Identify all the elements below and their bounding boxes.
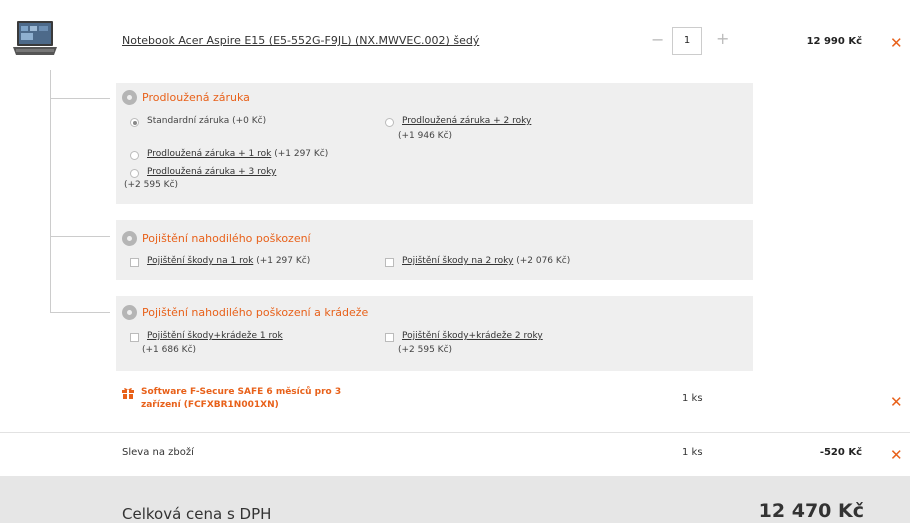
theft-option-2y[interactable]: Pojištění škody+krádeže 2 roky — [385, 331, 543, 342]
theft-insurance-panel: Pojištění nahodilého poškození a krádeže… — [116, 296, 753, 371]
gift-icon — [122, 388, 134, 399]
remove-discount-icon[interactable]: ✕ — [890, 446, 903, 464]
divider — [0, 432, 910, 433]
warranty-option-1y[interactable]: Prodloužená záruka + 1 rok (+1 297 Kč) — [130, 149, 328, 160]
damage-option-2y[interactable]: Pojištění škody na 2 roky (+2 076 Kč) — [385, 256, 570, 267]
total-value: 12 470 Kč — [758, 500, 864, 522]
remove-product-icon[interactable]: ✕ — [890, 34, 903, 52]
checkbox[interactable] — [130, 258, 139, 267]
damage-insurance-title: Pojištění nahodilého poškození — [142, 232, 311, 245]
theft-option-2y-price: (+2 595 Kč) — [398, 345, 453, 355]
remove-gift-icon[interactable]: ✕ — [890, 393, 903, 411]
checkbox[interactable] — [130, 333, 139, 342]
tree-branch — [50, 312, 110, 313]
quantity-decrease-button[interactable]: − — [651, 30, 664, 49]
discount-value: -520 Kč — [819, 447, 862, 458]
gear-icon — [122, 305, 137, 320]
warranty-option-3y[interactable]: Prodloužená záruka + 3 roky — [130, 167, 276, 178]
product-name-link[interactable]: Notebook Acer Aspire E15 (E5-552G-F9JL) … — [122, 34, 479, 47]
product-thumbnail[interactable] — [12, 20, 58, 60]
warranty-title: Prodloužená záruka — [142, 91, 250, 104]
tree-branch — [50, 98, 110, 99]
radio[interactable] — [130, 169, 139, 178]
gear-icon — [122, 231, 137, 246]
radio[interactable] — [385, 118, 394, 127]
tree-line — [50, 70, 51, 312]
discount-quantity: 1 ks — [682, 447, 703, 458]
warranty-option-standard[interactable]: Standardní záruka (+0 Kč) — [130, 116, 266, 127]
checkbox[interactable] — [385, 258, 394, 267]
warranty-option-2y-price: (+1 946 Kč) — [398, 131, 453, 141]
tree-branch — [50, 236, 110, 237]
warranty-option-3y-price: (+2 595 Kč) — [124, 180, 179, 190]
gift-product-name: Software F-Secure SAFE 6 měsíců pro 3 za… — [141, 387, 342, 410]
discount-label: Sleva na zboží — [122, 447, 194, 458]
gear-icon — [122, 90, 137, 105]
quantity-input[interactable]: 1 — [672, 27, 702, 55]
theft-option-1y-price: (+1 686 Kč) — [142, 345, 197, 355]
damage-insurance-panel: Pojištění nahodilého poškození Pojištění… — [116, 220, 753, 280]
radio-selected[interactable] — [130, 118, 139, 127]
checkbox[interactable] — [385, 333, 394, 342]
radio[interactable] — [130, 151, 139, 160]
quantity-increase-button[interactable]: + — [716, 29, 729, 48]
theft-insurance-title: Pojištění nahodilého poškození a krádeže — [142, 306, 369, 319]
damage-option-1y[interactable]: Pojištění škody na 1 rok (+1 297 Kč) — [130, 256, 310, 267]
total-label: Celková cena s DPH — [122, 505, 272, 523]
theft-option-1y[interactable]: Pojištění škody+krádeže 1 rok — [130, 331, 283, 342]
warranty-panel: Prodloužená záruka Standardní záruka (+0… — [116, 83, 753, 204]
gift-quantity: 1 ks — [682, 393, 703, 404]
product-price: 12 990 Kč — [806, 36, 862, 47]
warranty-option-2y[interactable]: Prodloužená záruka + 2 roky — [385, 116, 531, 127]
